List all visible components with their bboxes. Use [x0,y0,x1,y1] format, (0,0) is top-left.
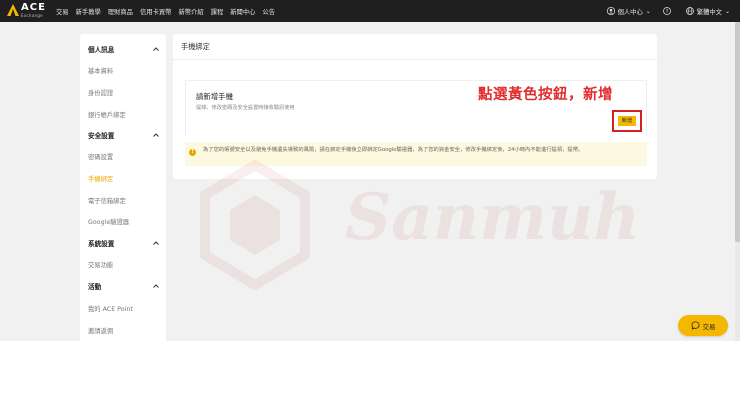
watermark: Sanmuh [195,159,640,291]
watermark-text: Sanmuh [345,180,640,255]
add-phone-button[interactable]: 新增 [618,116,636,126]
add-phone-description: 提綠，修改密碼及安全設置時接收驗訊使用 [196,105,295,111]
ace-logo-icon [7,4,19,16]
sidebar-section-security[interactable]: 安全設置 [88,130,160,140]
nav-link-new-coins[interactable]: 新幣介紹 [178,7,203,16]
chevron-up-icon [153,284,159,288]
app-window: ACE Exchange 交易 新手教學 理財商品 信用卡買幣 新幣介紹 課程 … [0,0,740,341]
ace-logo[interactable]: ACE Exchange [7,2,55,20]
logo-title: ACE [21,2,46,13]
notice-text: 為了您的帳號安全以及避免手機遺失導致的風險，請在綁定手機後立即綁定Google驗… [203,147,584,153]
page-title: 手機綁定 [181,42,210,51]
sidebar-item-ace-point[interactable]: 我的 ACE Point [88,304,133,313]
sidebar-item-basic-info[interactable]: 基本資料 [88,66,113,75]
nav-link-trade[interactable]: 交易 [56,7,69,16]
logo-subtitle: Exchange [21,13,43,18]
user-icon [606,7,615,15]
chevron-up-icon [153,241,159,245]
nav-link-news[interactable]: 新聞中心 [230,7,255,16]
highlight-frame: 新增 [612,110,642,132]
chevron-down-icon: ⌄ [645,7,651,15]
account-menu[interactable]: 個人中心 ⌄ [606,7,651,16]
sidebar-item-referral[interactable]: 邀請返佣 [88,326,113,335]
sidebar-item-phone-binding[interactable]: 手機綁定 [88,174,113,183]
security-notice: ! 為了您的帳號安全以及避免手機遺失導致的風險，請在綁定手機後立即綁定Googl… [185,142,647,166]
chat-bubble-icon [690,321,700,330]
sidebar-item-password[interactable]: 密碼設置 [88,152,113,161]
chevron-up-icon [153,47,159,51]
screenshot: ACE Exchange 交易 新手教學 理財商品 信用卡買幣 新幣介紹 課程 … [0,0,740,416]
tutorial-annotation: 點選黃色按鈕，新增 [478,87,613,103]
trade-button-label: 交易 [702,322,716,331]
svg-text:?: ? [666,9,669,15]
page-scrollbar[interactable] [735,22,740,341]
nav-right: 個人中心 ⌄ ? 繁體中文 ⌄ [595,0,730,22]
sidebar-item-email-binding[interactable]: 電子信箱綁定 [88,196,126,205]
sidebar-item-google-auth[interactable]: Google驗證器 [88,217,129,226]
globe-icon [685,7,694,15]
trade-floating-button[interactable]: 交易 [678,315,728,336]
help-button[interactable]: ? [662,7,674,15]
warning-icon: ! [189,149,196,156]
help-icon: ? [662,7,671,15]
chevron-down-icon: ⌄ [724,7,730,15]
sidebar: 個人訊息 基本資料 身份認證 銀行帳戶綁定 安全設置 密碼設置 手機綁定 電子信… [80,34,166,341]
sidebar-item-trade-function[interactable]: 交易功能 [88,260,113,269]
chevron-up-icon [153,133,159,137]
nav-links: 交易 新手教學 理財商品 信用卡買幣 新幣介紹 課程 新聞中心 公告 [56,0,282,22]
sidebar-section-events[interactable]: 活動 [88,281,160,291]
language-menu[interactable]: 繁體中文 ⌄ [685,7,730,16]
top-navigation-bar: ACE Exchange 交易 新手教學 理財商品 信用卡買幣 新幣介紹 課程 … [0,0,740,22]
account-label: 個人中心 [617,8,643,16]
divider [173,59,657,60]
language-label: 繁體中文 [696,8,722,16]
sidebar-item-identity[interactable]: 身份認證 [88,88,113,97]
add-phone-title: 請新增手機 [196,92,233,101]
nav-link-credit-card[interactable]: 信用卡買幣 [140,7,171,16]
scroll-thumb[interactable] [735,22,740,242]
add-phone-panel: 請新增手機 提綠，修改密碼及安全設置時接收驗訊使用 點選黃色按鈕，新增 新增 [185,80,647,136]
nav-link-products[interactable]: 理財商品 [108,7,133,16]
nav-link-tutorial[interactable]: 新手教學 [76,7,101,16]
phone-binding-card: 手機綁定 請新增手機 提綠，修改密碼及安全設置時接收驗訊使用 點選黃色按鈕，新增… [173,34,657,179]
watermark-logo-icon [200,159,310,291]
nav-link-courses[interactable]: 課程 [211,7,224,16]
sidebar-section-personal[interactable]: 個人訊息 [88,44,160,54]
nav-link-announcements[interactable]: 公告 [262,7,275,16]
sidebar-section-system[interactable]: 系統設置 [88,238,160,248]
sidebar-item-bank-account[interactable]: 銀行帳戶綁定 [88,110,126,119]
